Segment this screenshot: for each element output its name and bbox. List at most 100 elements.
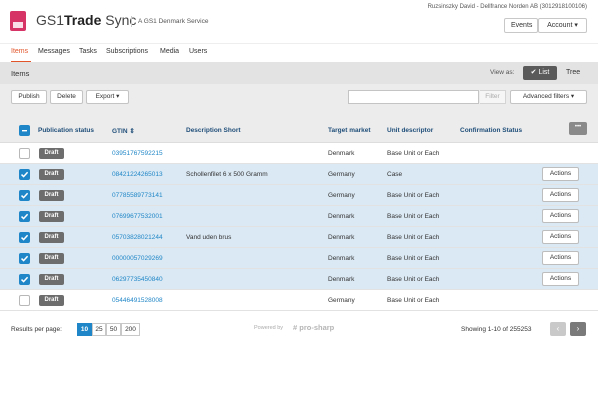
status-badge: Draft [39, 190, 64, 201]
col-target-market[interactable]: Target market [328, 127, 371, 134]
brand-divider [131, 16, 132, 27]
unit-descriptor-cell: Base Unit or Each [387, 150, 440, 157]
col-gtin[interactable]: GTIN ⇕ [112, 127, 135, 135]
status-badge: Draft [39, 211, 64, 222]
unit-descriptor-cell: Base Unit or Each [387, 297, 440, 304]
row-actions-button[interactable]: Actions [542, 167, 579, 181]
unit-descriptor-cell: Base Unit or Each [387, 255, 440, 262]
view-tree-button[interactable]: Tree [566, 69, 580, 76]
unit-descriptor-cell: Base Unit or Each [387, 234, 440, 241]
page-size-50[interactable]: 50 [106, 323, 121, 336]
caret-down-icon: ▾ [570, 93, 575, 100]
page-size-10[interactable]: 10 [77, 323, 92, 336]
row-checkbox[interactable] [19, 148, 30, 159]
row-actions-button[interactable]: Actions [542, 251, 579, 265]
row-checkbox[interactable] [19, 169, 30, 180]
delete-button[interactable]: Delete [50, 90, 83, 104]
account-label: Account [547, 22, 573, 29]
advanced-filters-label: Advanced filters [522, 93, 570, 100]
gtin-link[interactable]: 08421224265013 [112, 171, 163, 178]
table-row[interactable]: Draft 06297735450840 Denmark Base Unit or E… [0, 269, 598, 290]
table-row[interactable]: Draft 08421224265013 Schollenfilet 6 x 500… [0, 164, 598, 185]
nav-items[interactable]: Items [11, 48, 28, 55]
view-as-label: View as: [490, 69, 515, 76]
status-badge: Draft [39, 274, 64, 285]
row-checkbox[interactable] [19, 190, 30, 201]
events-button[interactable]: Events [504, 18, 538, 33]
row-checkbox[interactable] [19, 274, 30, 285]
target-market-cell: Denmark [328, 213, 355, 220]
app-brand[interactable]: GS1Trade Sync [36, 12, 136, 28]
top-bar: GS1Trade Sync A GS1 Denmark Service Ruzs… [0, 0, 598, 42]
target-market-cell: Denmark [328, 276, 355, 283]
table-row[interactable]: Draft 05703828021244 Vand uden brus Denmark… [0, 227, 598, 248]
row-actions-button[interactable]: Actions [542, 188, 579, 202]
nav-users[interactable]: Users [189, 48, 207, 55]
account-dropdown[interactable]: Account ▾ [538, 18, 587, 33]
prev-page-button[interactable]: ‹ [550, 322, 566, 336]
search-input[interactable] [348, 90, 479, 104]
table-row[interactable]: Draft 05446491528008 Germany Base Unit or E… [0, 290, 598, 311]
check-icon [20, 255, 29, 262]
check-icon: ✔ [530, 69, 537, 76]
gtin-link[interactable]: 06297735450840 [112, 276, 163, 283]
export-dropdown[interactable]: Export ▾ [86, 90, 129, 104]
col-publication-status[interactable]: Publication status [38, 127, 94, 134]
check-icon [20, 213, 29, 220]
gtin-link[interactable]: 07699677532001 [112, 213, 163, 220]
page-size-25[interactable]: 25 [92, 323, 106, 336]
description-cell: Schollenfilet 6 x 500 Gramm [186, 171, 268, 178]
view-list-button[interactable]: ✔ List [523, 66, 557, 80]
table-row[interactable]: Draft 07699677532001 Denmark Base Unit or E… [0, 206, 598, 227]
unit-descriptor-cell: Base Unit or Each [387, 276, 440, 283]
target-market-cell: Germany [328, 171, 355, 178]
row-checkbox[interactable] [19, 232, 30, 243]
gs1-logo-icon [10, 11, 26, 31]
nav-media[interactable]: Media [160, 48, 179, 55]
unit-descriptor-cell: Case [387, 171, 403, 178]
target-market-cell: Denmark [328, 234, 355, 241]
row-checkbox[interactable] [19, 211, 30, 222]
check-icon [20, 276, 29, 283]
advanced-filters-dropdown[interactable]: Advanced filters ▾ [510, 90, 587, 104]
export-label: Export [95, 93, 115, 100]
row-checkbox[interactable] [19, 253, 30, 264]
gtin-link[interactable]: 07785589773141 [112, 192, 163, 199]
col-description-short[interactable]: Description Short [186, 127, 241, 134]
main-nav: Items Messages Tasks Subscriptions Media… [0, 43, 598, 63]
select-all-checkbox[interactable] [19, 125, 30, 136]
target-market-cell: Denmark [328, 150, 355, 157]
nav-tasks[interactable]: Tasks [79, 48, 97, 55]
nav-subscriptions[interactable]: Subscriptions [106, 48, 148, 55]
check-icon [20, 171, 29, 178]
row-actions-button[interactable]: Actions [542, 230, 579, 244]
status-badge: Draft [39, 295, 64, 306]
filter-button[interactable]: Filter [480, 90, 506, 104]
publish-button[interactable]: Publish [11, 90, 47, 104]
gtin-link[interactable]: 03951767592215 [112, 150, 163, 157]
row-checkbox[interactable] [19, 295, 30, 306]
gtin-link[interactable]: 05446491528008 [112, 297, 163, 304]
table-row[interactable]: Draft 00000057029269 Denmark Base Unit or E… [0, 248, 598, 269]
column-settings-icon[interactable]: ••• [569, 122, 587, 135]
col-unit-descriptor[interactable]: Unit descriptor [387, 127, 433, 134]
next-page-button[interactable]: › [570, 322, 586, 336]
target-market-cell: Germany [328, 297, 355, 304]
description-cell: Vand uden brus [186, 234, 232, 241]
table-row[interactable]: Draft 07785589773141 Germany Base Unit or E… [0, 185, 598, 206]
status-badge: Draft [39, 232, 64, 243]
chevron-right-icon: › [576, 324, 580, 333]
row-actions-button[interactable]: Actions [542, 209, 579, 223]
col-confirmation-status[interactable]: Confirmation Status [460, 127, 522, 134]
table-row[interactable]: Draft 03951767592215 Denmark Base Unit or E… [0, 143, 598, 164]
results-per-page-label: Results per page: [11, 326, 62, 333]
brand-subtitle: A GS1 Denmark Service [138, 18, 209, 25]
hash-icon: # [293, 323, 298, 332]
nav-messages[interactable]: Messages [38, 48, 70, 55]
gtin-link[interactable]: 00000057029269 [112, 255, 163, 262]
page-size-200[interactable]: 200 [121, 323, 140, 336]
gtin-link[interactable]: 05703828021244 [112, 234, 163, 241]
table-header: Publication status GTIN ⇕ Description Sh… [0, 110, 598, 143]
section-header: Items View as: ✔ List Tree [0, 62, 598, 84]
row-actions-button[interactable]: Actions [542, 272, 579, 286]
